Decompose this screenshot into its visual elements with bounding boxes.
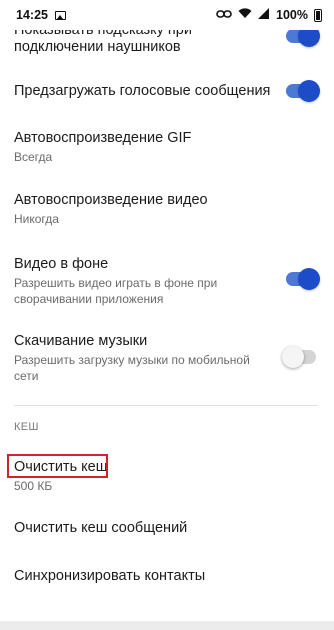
cache-section-header: КЕШ <box>14 421 39 433</box>
headphones-hint-toggle[interactable] <box>286 25 320 47</box>
cache-size: 500 КБ <box>14 479 53 493</box>
setting-title: Очистить кеш сообщений <box>14 520 188 536</box>
status-time: 14:25 <box>16 8 48 22</box>
description-line: сворачивании приложения <box>14 292 164 306</box>
status-bar: 14:25 100% <box>0 0 334 30</box>
battery-level: 100% <box>276 8 308 22</box>
link-icon <box>216 8 232 22</box>
setting-preload-voice[interactable]: Предзагружать голосовые сообщения <box>14 83 320 100</box>
setting-value: Всегда <box>14 150 53 164</box>
setting-title: подключении наушников <box>14 39 181 55</box>
description-line: Разрешить видео играть в фоне при <box>14 276 218 290</box>
setting-title: Автовоспроизведение GIF <box>14 130 192 146</box>
wifi-icon <box>238 8 252 22</box>
gallery-icon <box>54 10 66 20</box>
preload-voice-toggle[interactable] <box>286 80 320 102</box>
bottom-bar <box>0 621 334 630</box>
setting-description: Разрешить видео играть в фоне при сворач… <box>14 275 320 308</box>
setting-title: Предзагружать голосовые сообщения <box>14 83 271 99</box>
setting-autoplay-gif[interactable]: Автовоспроизведение GIF Всегда <box>14 130 320 166</box>
background-video-toggle[interactable] <box>286 268 320 290</box>
battery-icon <box>314 8 322 22</box>
setting-value: Никогда <box>14 212 59 226</box>
description-line: Разрешить загрузку музыки по мобильной <box>14 353 250 367</box>
setting-title: Автовоспроизведение видео <box>14 192 208 208</box>
clear-message-cache-item[interactable]: Очистить кеш сообщений <box>14 520 320 537</box>
setting-title: Скачивание музыки <box>14 333 148 349</box>
toggle-thumb <box>282 346 304 368</box>
description-line: сети <box>14 369 39 383</box>
music-download-toggle[interactable] <box>282 346 316 368</box>
signal-icon <box>258 8 270 22</box>
highlight-box <box>7 454 108 478</box>
setting-title: Видео в фоне <box>14 256 109 272</box>
setting-music-download[interactable]: Скачивание музыки Разрешить загрузку муз… <box>14 333 320 385</box>
section-divider <box>14 405 318 406</box>
setting-description: Разрешить загрузку музыки по мобильной с… <box>14 352 320 385</box>
setting-background-video[interactable]: Видео в фоне Разрешить видео играть в фо… <box>14 256 320 308</box>
toggle-thumb <box>298 80 320 102</box>
sync-contacts-item[interactable]: Синхронизировать контакты <box>14 568 320 585</box>
setting-title: Синхронизировать контакты <box>14 568 206 584</box>
toggle-thumb <box>298 268 320 290</box>
setting-autoplay-video[interactable]: Автовоспроизведение видео Никогда <box>14 192 320 228</box>
